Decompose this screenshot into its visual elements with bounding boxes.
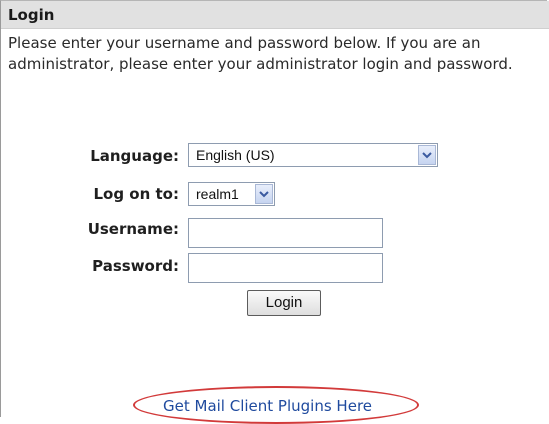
- chevron-down-icon: [422, 152, 432, 159]
- logon-realm-select[interactable]: realm1: [188, 182, 275, 206]
- username-label: Username:: [87, 220, 179, 238]
- password-input[interactable]: [188, 253, 383, 283]
- intro-text: Please enter your username and password …: [8, 34, 513, 73]
- language-select-value: English (US): [196, 147, 275, 163]
- language-dropdown-button[interactable]: [418, 145, 436, 165]
- language-select[interactable]: English (US): [188, 143, 438, 167]
- mail-plugins-link[interactable]: Get Mail Client Plugins Here: [163, 397, 372, 415]
- password-label: Password:: [92, 257, 179, 275]
- logon-label: Log on to:: [93, 185, 179, 203]
- chevron-down-icon: [259, 191, 269, 198]
- panel-title: Login: [8, 6, 55, 24]
- realm-dropdown-button[interactable]: [255, 184, 273, 204]
- language-label: Language:: [90, 147, 179, 165]
- login-button[interactable]: Login: [247, 290, 321, 316]
- panel-header: Login: [1, 1, 549, 29]
- login-panel: Login Please enter your username and pas…: [0, 0, 549, 424]
- username-input[interactable]: [188, 218, 383, 248]
- logon-realm-value: realm1: [196, 186, 239, 202]
